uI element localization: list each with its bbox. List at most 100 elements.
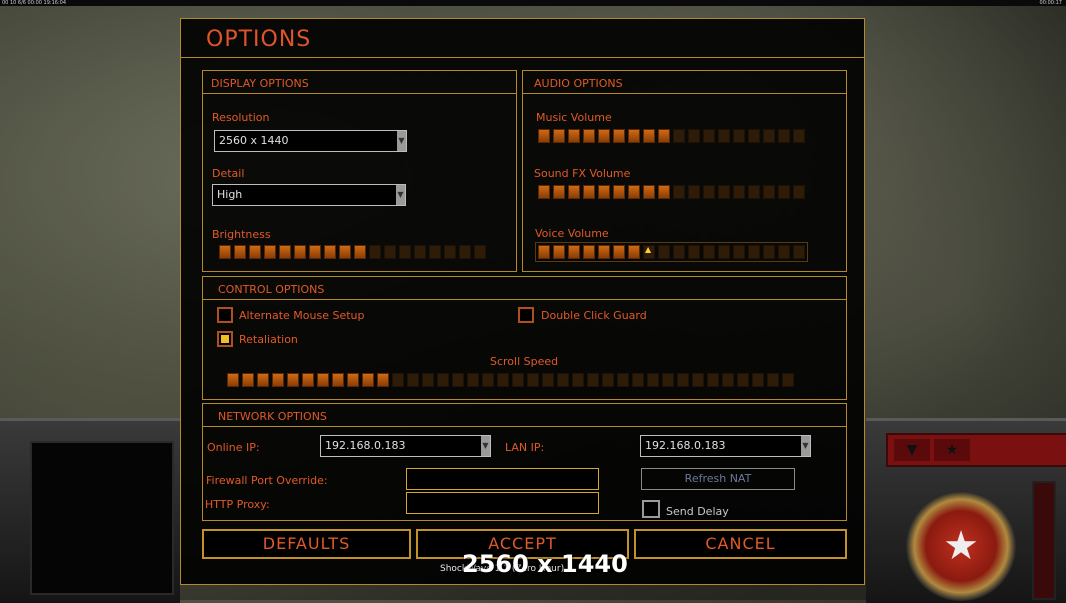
slider-segment[interactable] xyxy=(452,373,464,387)
slider-segment[interactable] xyxy=(219,245,231,259)
slider-segment[interactable] xyxy=(778,245,790,259)
slider-segment[interactable] xyxy=(658,129,670,143)
slider-segment[interactable] xyxy=(553,185,565,199)
slider-segment[interactable] xyxy=(718,129,730,143)
slider-segment[interactable] xyxy=(613,185,625,199)
slider-segment[interactable] xyxy=(272,373,284,387)
slider-segment[interactable] xyxy=(287,373,299,387)
slider-segment[interactable] xyxy=(658,245,670,259)
slider-segment[interactable] xyxy=(662,373,674,387)
slider-segment[interactable] xyxy=(763,245,775,259)
slider-segment[interactable] xyxy=(317,373,329,387)
slider-segment[interactable] xyxy=(658,185,670,199)
slider-segment[interactable] xyxy=(767,373,779,387)
brightness-slider[interactable] xyxy=(219,245,486,259)
slider-segment[interactable] xyxy=(384,245,396,259)
slider-segment[interactable] xyxy=(444,245,456,259)
slider-segment[interactable] xyxy=(512,373,524,387)
slider-segment[interactable] xyxy=(422,373,434,387)
slider-segment[interactable] xyxy=(583,129,595,143)
slider-segment[interactable] xyxy=(748,245,760,259)
slider-segment[interactable] xyxy=(257,373,269,387)
slider-segment[interactable] xyxy=(722,373,734,387)
slider-segment[interactable] xyxy=(628,185,640,199)
slider-segment[interactable] xyxy=(568,129,580,143)
slider-segment[interactable] xyxy=(632,373,644,387)
slider-segment[interactable] xyxy=(688,245,700,259)
slider-segment[interactable] xyxy=(733,129,745,143)
slider-segment[interactable] xyxy=(553,245,565,259)
slider-segment[interactable] xyxy=(598,129,610,143)
slider-segment[interactable] xyxy=(583,185,595,199)
slider-segment[interactable] xyxy=(347,373,359,387)
slider-segment[interactable] xyxy=(703,129,715,143)
slider-segment[interactable] xyxy=(598,245,610,259)
slider-segment[interactable] xyxy=(718,245,730,259)
scroll-speed-slider[interactable] xyxy=(227,373,794,387)
slider-segment[interactable] xyxy=(527,373,539,387)
slider-segment[interactable] xyxy=(628,129,640,143)
voice-volume-slider[interactable]: ▲ xyxy=(535,242,808,262)
chevron-down-icon[interactable]: ▼ xyxy=(397,131,406,151)
slider-segment[interactable] xyxy=(688,129,700,143)
double-click-guard-checkbox[interactable] xyxy=(518,307,534,323)
slider-segment[interactable] xyxy=(302,373,314,387)
slider-segment[interactable] xyxy=(279,245,291,259)
slider-segment[interactable] xyxy=(264,245,276,259)
slider-segment[interactable] xyxy=(553,129,565,143)
slider-segment[interactable] xyxy=(613,245,625,259)
slider-segment[interactable] xyxy=(598,185,610,199)
slider-segment[interactable] xyxy=(733,185,745,199)
alternate-mouse-checkbox[interactable] xyxy=(217,307,233,323)
detail-select[interactable]: High ▼ xyxy=(212,184,406,206)
slider-segment[interactable] xyxy=(538,245,550,259)
slider-segment[interactable] xyxy=(782,373,794,387)
slider-segment[interactable] xyxy=(459,245,471,259)
slider-segment[interactable] xyxy=(429,245,441,259)
slider-segment[interactable] xyxy=(234,245,246,259)
slider-segment[interactable] xyxy=(643,129,655,143)
slider-segment[interactable] xyxy=(752,373,764,387)
resolution-select[interactable]: 2560 x 1440 ▼ xyxy=(214,130,407,152)
slider-segment[interactable] xyxy=(369,245,381,259)
slider-segment[interactable] xyxy=(718,185,730,199)
slider-segment[interactable] xyxy=(324,245,336,259)
slider-segment[interactable] xyxy=(542,373,554,387)
slider-segment[interactable] xyxy=(793,245,805,259)
slider-segment[interactable] xyxy=(778,185,790,199)
cancel-button[interactable]: CANCEL xyxy=(634,529,847,559)
slider-segment[interactable] xyxy=(339,245,351,259)
slider-segment[interactable] xyxy=(568,245,580,259)
slider-segment[interactable] xyxy=(737,373,749,387)
slider-segment[interactable] xyxy=(557,373,569,387)
slider-thumb-icon[interactable]: ▲ xyxy=(645,245,653,254)
slider-segment[interactable] xyxy=(748,185,760,199)
online-ip-select[interactable]: 192.168.0.183 ▼ xyxy=(320,435,491,457)
slider-segment[interactable] xyxy=(647,373,659,387)
slider-segment[interactable] xyxy=(617,373,629,387)
slider-segment[interactable] xyxy=(677,373,689,387)
slider-segment[interactable] xyxy=(583,245,595,259)
slider-segment[interactable] xyxy=(673,245,685,259)
slider-segment[interactable] xyxy=(227,373,239,387)
defaults-button[interactable]: DEFAULTS xyxy=(202,529,411,559)
chevron-down-icon[interactable]: ▼ xyxy=(801,436,810,456)
slider-segment[interactable] xyxy=(309,245,321,259)
slider-segment[interactable] xyxy=(793,129,805,143)
slider-segment[interactable] xyxy=(414,245,426,259)
slider-segment[interactable] xyxy=(294,245,306,259)
firewall-port-input[interactable] xyxy=(406,468,599,490)
lan-ip-select[interactable]: 192.168.0.183 ▼ xyxy=(640,435,811,457)
slider-segment[interactable] xyxy=(688,185,700,199)
slider-segment[interactable] xyxy=(707,373,719,387)
slider-segment[interactable] xyxy=(572,373,584,387)
slider-segment[interactable] xyxy=(538,185,550,199)
sound-fx-volume-slider[interactable] xyxy=(538,185,805,199)
slider-segment[interactable] xyxy=(249,245,261,259)
slider-segment[interactable] xyxy=(474,245,486,259)
slider-segment[interactable] xyxy=(392,373,404,387)
slider-segment[interactable] xyxy=(332,373,344,387)
slider-segment[interactable] xyxy=(643,185,655,199)
slider-segment[interactable] xyxy=(538,129,550,143)
slider-segment[interactable] xyxy=(778,129,790,143)
